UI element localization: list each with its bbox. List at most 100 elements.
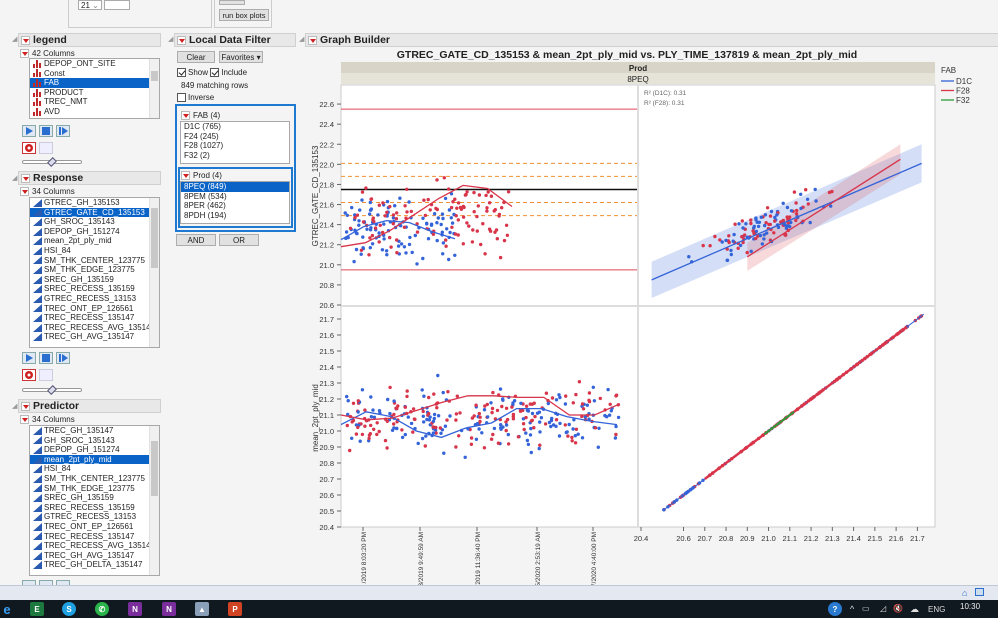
data-point: [441, 216, 445, 221]
data-point: [516, 435, 521, 439]
data-point: [405, 210, 409, 214]
tray-chevron-icon[interactable]: ^: [850, 604, 854, 614]
data-point: [453, 232, 458, 236]
home-icon[interactable]: ⌂: [962, 588, 967, 598]
data-point: [411, 407, 416, 411]
data-point: [506, 432, 510, 437]
data-point: [773, 219, 777, 223]
data-point: [351, 401, 356, 405]
data-point: [474, 437, 479, 441]
legend-title: FAB: [941, 66, 956, 75]
data-point: [431, 425, 435, 429]
data-point: [420, 436, 425, 441]
photos-icon[interactable]: ▲: [195, 602, 209, 616]
data-point: [421, 414, 425, 418]
data-point: [367, 433, 372, 437]
data-point: [492, 426, 497, 431]
data-point: [538, 430, 542, 434]
data-point: [616, 415, 621, 420]
y-tick-label-top: 21.8: [319, 180, 334, 189]
data-point: [498, 255, 503, 260]
clock[interactable]: 10:30: [960, 602, 980, 611]
data-point: [490, 410, 494, 415]
data-point: [395, 238, 399, 242]
onedrive-icon[interactable]: ☁: [910, 604, 919, 615]
data-point: [760, 242, 764, 246]
data-point: [370, 233, 375, 238]
data-point: [772, 231, 776, 235]
wifi-icon[interactable]: ◿: [880, 604, 886, 613]
data-point: [463, 455, 467, 459]
x-tick-label-right: 20.4: [634, 534, 649, 543]
powerpoint-icon[interactable]: P: [228, 602, 242, 616]
data-point: [441, 390, 445, 395]
data-point: [597, 426, 601, 430]
data-point: [768, 222, 772, 227]
data-point: [392, 422, 396, 426]
data-point: [382, 222, 386, 226]
data-point: [455, 394, 459, 398]
data-point: [398, 196, 402, 200]
excel-export-icon[interactable]: E: [30, 602, 44, 616]
data-point: [805, 197, 810, 201]
battery-icon[interactable]: ▭: [862, 604, 870, 613]
onenote-2-icon[interactable]: N: [162, 602, 176, 616]
data-point: [346, 399, 350, 403]
skype-icon[interactable]: S: [62, 602, 76, 616]
data-point: [749, 249, 753, 253]
data-point: [435, 207, 439, 212]
data-point: [563, 402, 568, 406]
data-point: [529, 426, 533, 431]
data-point: [574, 392, 578, 397]
data-point: [385, 419, 389, 423]
data-point: [808, 220, 812, 225]
data-point: [377, 240, 381, 244]
data-point: [754, 236, 758, 241]
data-point: [482, 408, 487, 412]
data-point: [413, 417, 417, 422]
data-point: [749, 218, 753, 222]
help-icon[interactable]: ?: [828, 602, 842, 616]
whatsapp-icon[interactable]: ✆: [95, 602, 109, 616]
data-point: [411, 430, 415, 434]
y-axis-label-bottom: mean_2pt_ply_mid: [311, 384, 320, 452]
language-indicator[interactable]: ENG: [928, 605, 945, 614]
data-point: [713, 234, 717, 239]
data-point: [359, 248, 364, 252]
x-tick-label-right: 21.7: [910, 534, 925, 543]
data-point: [482, 446, 487, 450]
data-point: [368, 212, 372, 216]
data-point: [799, 192, 803, 196]
data-point: [461, 242, 465, 246]
data-point: [524, 431, 528, 435]
data-point: [762, 237, 766, 241]
onenote-icon[interactable]: N: [128, 602, 142, 616]
data-point: [756, 224, 761, 229]
ie-icon[interactable]: e: [0, 602, 14, 617]
data-point: [402, 245, 407, 249]
data-point: [479, 242, 483, 247]
graph-builder-chart: GTREC_GATE_CD_135153 & mean_2pt_ply_mid …: [311, 49, 972, 587]
data-point: [365, 227, 369, 231]
data-point: [493, 208, 497, 212]
data-point: [441, 241, 446, 245]
x-tick-label-right: 21.6: [889, 534, 904, 543]
data-point: [493, 230, 497, 234]
data-point: [577, 380, 582, 384]
data-point: [352, 259, 356, 264]
data-point: [489, 401, 493, 405]
data-point: [558, 421, 562, 426]
x-tick-label-right: 21.2: [804, 534, 819, 543]
data-point: [388, 385, 392, 390]
x-tick-label-left: 3/2019 9:49:59 AM: [418, 532, 425, 587]
data-point: [580, 402, 585, 406]
data-point: [471, 228, 475, 232]
data-point: [443, 424, 448, 428]
data-point: [436, 216, 440, 220]
window-icon[interactable]: [975, 588, 984, 596]
volume-muted-icon[interactable]: 🔇: [893, 604, 903, 613]
data-point: [576, 432, 580, 436]
data-point: [358, 208, 362, 212]
data-point: [813, 187, 817, 192]
data-point: [435, 221, 439, 225]
